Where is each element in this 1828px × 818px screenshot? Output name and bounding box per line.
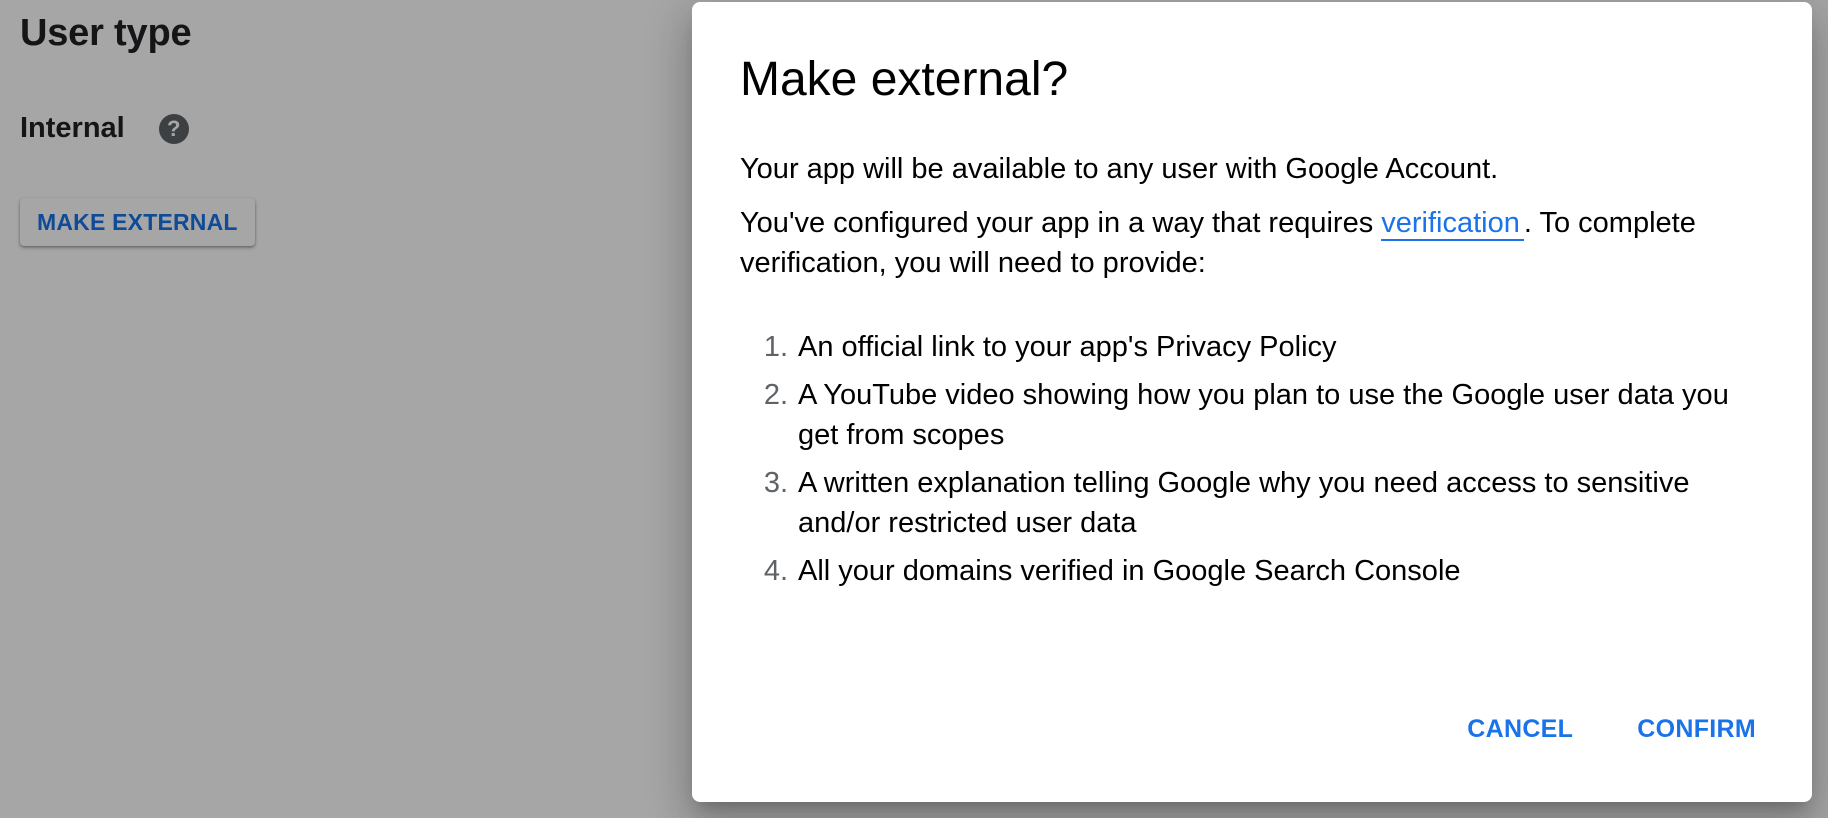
list-item: 2. A YouTube video showing how you plan …	[740, 375, 1764, 455]
dialog-actions: CANCEL CONFIRM	[1467, 707, 1756, 752]
list-item-text: An official link to your app's Privacy P…	[798, 331, 1337, 364]
cancel-button[interactable]: CANCEL	[1467, 707, 1573, 752]
list-item-text: All your domains verified in Google Sear…	[798, 555, 1461, 588]
verification-text: You've configured your app in a way that…	[740, 203, 1764, 283]
list-item: 4. All your domains verified in Google S…	[740, 551, 1764, 591]
list-item-text: A YouTube video showing how you plan to …	[798, 379, 1729, 452]
dialog-body: Your app will be available to any user w…	[740, 149, 1764, 591]
list-item-text: A written explanation telling Google why…	[798, 467, 1690, 540]
list-item-number: 1.	[763, 331, 788, 364]
confirm-button[interactable]: CONFIRM	[1637, 707, 1756, 752]
verification-link[interactable]: verification	[1381, 207, 1524, 242]
verification-prefix: You've configured your app in a way that…	[740, 207, 1382, 240]
list-item-number: 3.	[763, 467, 788, 500]
availability-text: Your app will be available to any user w…	[740, 153, 1499, 186]
list-item-number: 2.	[763, 379, 788, 412]
list-item: 1. An official link to your app's Privac…	[740, 327, 1764, 367]
make-external-dialog: Make external? Your app will be availabl…	[692, 2, 1812, 802]
list-item: 3. A written explanation telling Google …	[740, 463, 1764, 543]
requirements-list: 1. An official link to your app's Privac…	[740, 327, 1764, 591]
dialog-title: Make external?	[740, 53, 1069, 106]
list-item-number: 4.	[763, 555, 788, 588]
